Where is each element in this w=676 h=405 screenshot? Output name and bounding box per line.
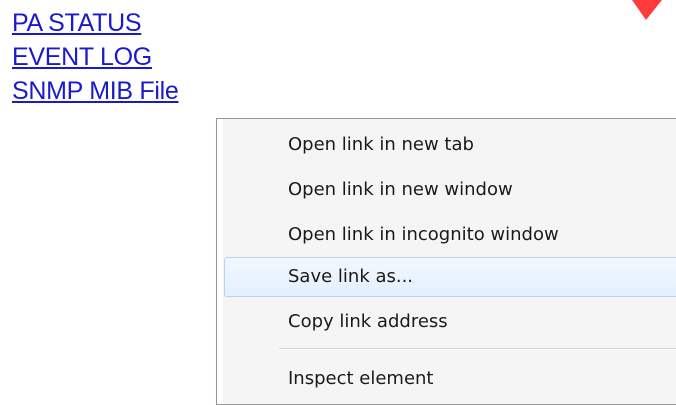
menu-item-open-new-tab[interactable]: Open link in new tab (224, 125, 676, 165)
page-links: PA STATUS EVENT LOG SNMP MIB File (12, 6, 179, 108)
menu-item-copy-link-address[interactable]: Copy link address (224, 302, 676, 342)
menu-item-inspect-element[interactable]: Inspect element (224, 359, 676, 399)
menu-separator (279, 348, 676, 350)
snmp-mib-file-link[interactable]: SNMP MIB File (12, 74, 179, 108)
menu-item-save-link-as[interactable]: Save link as... (224, 257, 676, 297)
menu-item-open-new-window[interactable]: Open link in new window (224, 170, 676, 210)
event-log-link[interactable]: EVENT LOG (12, 40, 179, 74)
context-menu: Open link in new tab Open link in new wi… (216, 118, 676, 405)
corner-decoration (610, 0, 676, 22)
menu-gutter (217, 119, 223, 404)
menu-item-open-incognito[interactable]: Open link in incognito window (224, 215, 676, 255)
pa-status-link[interactable]: PA STATUS (12, 6, 179, 40)
